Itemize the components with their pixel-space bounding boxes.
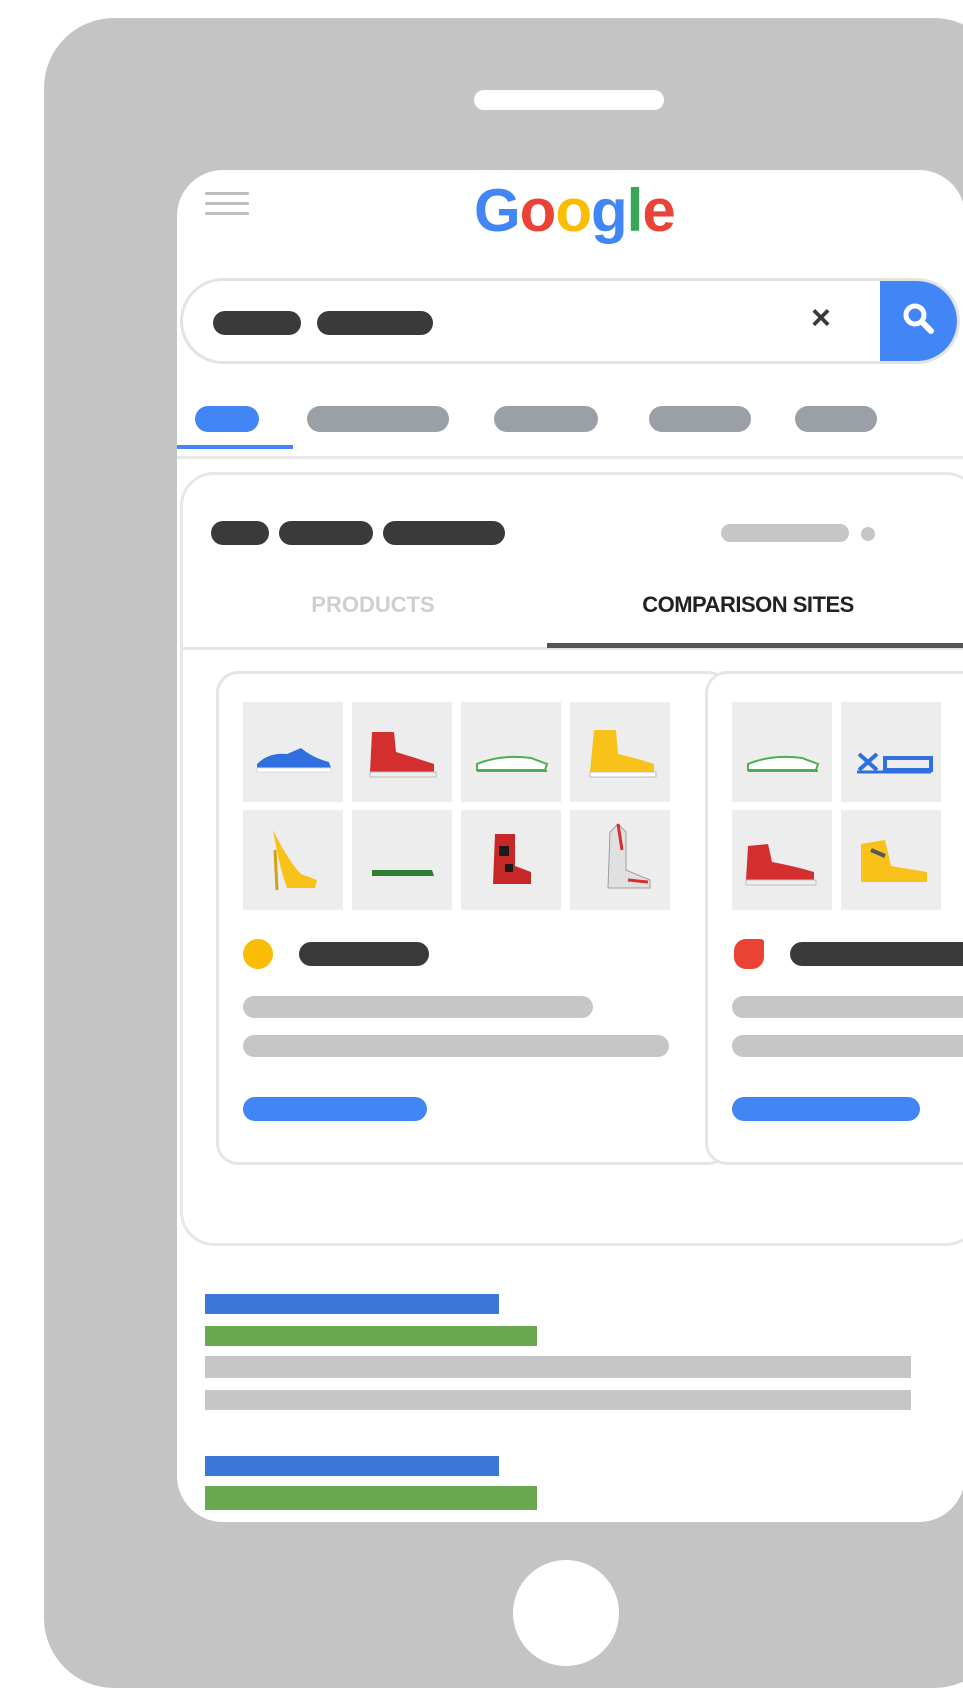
home-button[interactable] [513, 1560, 619, 1666]
search-tabs [177, 390, 963, 450]
red-tag-icon [734, 939, 764, 969]
blue-sandal-icon [857, 752, 933, 774]
card-title-placeholder [211, 521, 269, 545]
view-site-link[interactable] [243, 1097, 427, 1121]
logo-letter-l: l [626, 177, 644, 244]
info-dot-icon[interactable] [861, 527, 875, 541]
green-slip-on-icon [747, 755, 820, 772]
product-thumbnail[interactable] [461, 810, 561, 910]
logo-letter-g2: g [590, 177, 628, 244]
comparison-site-card[interactable] [705, 671, 963, 1165]
card-menu-placeholder [721, 524, 849, 542]
active-subtab-indicator [547, 643, 963, 648]
green-loafer-icon [372, 870, 434, 876]
cowboy-boot-icon [607, 823, 651, 889]
description-placeholder [732, 1035, 963, 1057]
search-icon [903, 303, 934, 334]
product-thumbnail[interactable] [243, 702, 343, 802]
yellow-sneaker-icon [861, 840, 927, 882]
tab-placeholder[interactable] [494, 406, 598, 432]
active-tab-indicator [177, 445, 293, 449]
tab-placeholder[interactable] [649, 406, 751, 432]
product-thumbnail[interactable] [352, 810, 452, 910]
result-snippet-placeholder [205, 1356, 911, 1378]
green-slip-on-icon [476, 755, 549, 772]
search-button[interactable] [880, 281, 957, 361]
view-site-link[interactable] [732, 1097, 920, 1121]
red-high-top-icon [369, 732, 437, 778]
yellow-high-heel-icon [273, 830, 317, 891]
red-boot-icon [493, 834, 531, 884]
card-title-placeholder [279, 521, 373, 545]
description-placeholder [243, 1035, 669, 1057]
product-thumbnail[interactable] [841, 810, 941, 910]
result-title-placeholder[interactable] [205, 1294, 499, 1314]
phone-screen: Google × PRODUCTS COMPARISON SITES [177, 170, 963, 1522]
tab-placeholder[interactable] [795, 406, 877, 432]
logo-letter-g: G [474, 177, 521, 244]
tab-all[interactable] [195, 406, 259, 432]
tab-placeholder[interactable] [307, 406, 449, 432]
logo-letter-o2: o [555, 177, 592, 244]
product-thumbnail[interactable] [732, 810, 832, 910]
phone-speaker [474, 90, 664, 110]
description-placeholder [243, 996, 593, 1018]
tab-products[interactable]: PRODUCTS [243, 585, 503, 625]
query-placeholder-word [317, 311, 433, 335]
logo-letter-o1: o [519, 177, 557, 244]
product-thumbnail[interactable] [352, 702, 452, 802]
description-placeholder [732, 996, 963, 1018]
result-url-placeholder [205, 1486, 537, 1510]
product-thumbnail[interactable] [841, 702, 941, 802]
product-thumbnail[interactable] [570, 810, 670, 910]
red-high-top-icon [745, 844, 817, 886]
search-input[interactable]: × [180, 278, 960, 364]
product-thumbnail[interactable] [461, 702, 561, 802]
tab-comparison-sites[interactable]: COMPARISON SITES [583, 585, 913, 625]
blue-sneaker-icon [256, 748, 332, 773]
product-thumbnail[interactable] [732, 702, 832, 802]
card-title-placeholder [383, 521, 505, 545]
phone-frame: Google × PRODUCTS COMPARISON SITES [44, 18, 963, 1688]
google-logo: Google [474, 176, 676, 245]
store-name-placeholder [299, 942, 429, 966]
product-thumbnail[interactable] [570, 702, 670, 802]
comparison-site-card[interactable] [216, 671, 730, 1165]
result-snippet-placeholder [205, 1390, 911, 1410]
query-placeholder-word [213, 311, 301, 335]
tabs-divider [177, 456, 963, 459]
clear-icon[interactable]: × [811, 299, 831, 338]
result-url-placeholder [205, 1326, 537, 1346]
yellow-circle-icon [243, 939, 273, 969]
product-thumbnail[interactable] [243, 810, 343, 910]
result-title-placeholder[interactable] [205, 1456, 499, 1476]
yellow-boot-icon [589, 730, 657, 778]
menu-icon[interactable] [205, 192, 249, 218]
shopping-results-card: PRODUCTS COMPARISON SITES [180, 472, 963, 1246]
store-name-placeholder [790, 942, 963, 966]
logo-letter-e: e [642, 177, 675, 244]
